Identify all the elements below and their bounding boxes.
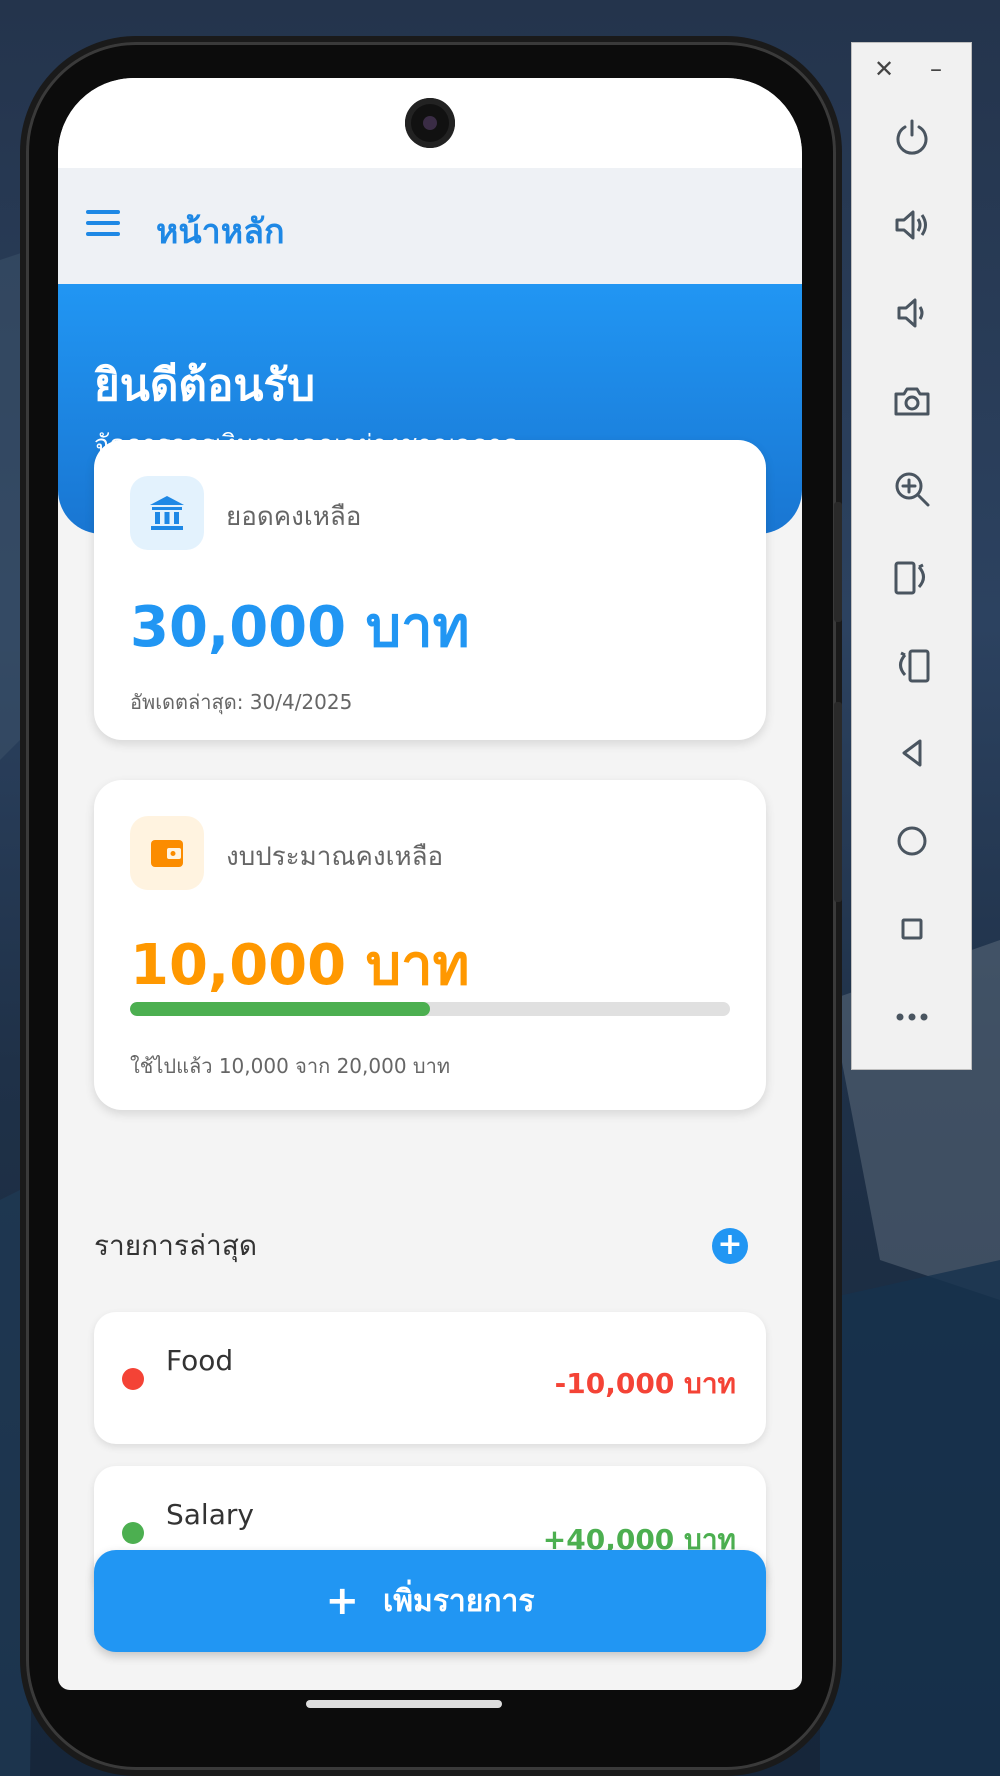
category-dot	[122, 1368, 144, 1390]
plus-icon[interactable]: +	[712, 1228, 748, 1264]
transaction-item[interactable]: Food -10,000 บาท	[94, 1312, 766, 1444]
rotate-right-icon[interactable]	[882, 635, 942, 695]
recent-transactions-title: รายการล่าสุด	[94, 1229, 258, 1262]
volume-side-button	[834, 502, 842, 622]
more-icon[interactable]	[882, 987, 942, 1047]
front-camera	[405, 98, 455, 148]
overview-icon[interactable]	[882, 899, 942, 959]
budget-label: งบประมาณคงเหลือ	[226, 842, 444, 872]
camera-icon[interactable]	[882, 371, 942, 431]
welcome-title: ยินดีต้อนรับ	[94, 360, 316, 411]
phone-screen: หน้าหลัก ยินดีต้อนรับ จัดการการเงินของคุ…	[58, 78, 802, 1690]
category-dot	[122, 1522, 144, 1544]
transaction-name: Salary	[166, 1498, 254, 1531]
home-icon[interactable]	[882, 811, 942, 871]
power-icon[interactable]	[882, 107, 942, 167]
minimize-icon[interactable]: –	[930, 55, 942, 83]
balance-amount: 30,000 บาท	[130, 595, 470, 660]
transaction-name: Food	[166, 1344, 234, 1377]
bank-icon	[130, 476, 204, 550]
volume-up-icon[interactable]	[882, 195, 942, 255]
add-transaction-button[interactable]: + เพิ่มรายการ	[94, 1550, 766, 1652]
rotate-left-icon[interactable]	[882, 547, 942, 607]
power-side-button	[834, 702, 842, 902]
page-title: หน้าหลัก	[156, 212, 285, 252]
transaction-amount: -10,000 บาท	[554, 1367, 736, 1400]
hamburger-menu-icon[interactable]	[86, 210, 120, 238]
add-transaction-label: เพิ่มรายการ	[383, 1583, 535, 1619]
balance-card[interactable]: ยอดคงเหลือ 30,000 บาท อัพเดตล่าสุด: 30/4…	[94, 440, 766, 740]
budget-progress-bar	[130, 1002, 730, 1016]
zoom-in-icon[interactable]	[882, 459, 942, 519]
budget-amount: 10,000 บาท	[130, 933, 470, 998]
balance-label: ยอดคงเหลือ	[226, 502, 362, 532]
back-icon[interactable]	[882, 723, 942, 783]
app-bar: หน้าหลัก	[58, 168, 802, 284]
status-area	[58, 78, 802, 168]
budget-progress-fill	[130, 1002, 430, 1016]
budget-card[interactable]: งบประมาณคงเหลือ 10,000 บาท ใช้ไปแล้ว 10,…	[94, 780, 766, 1110]
balance-updated: อัพเดตล่าสุด: 30/4/2025	[130, 690, 353, 714]
plus-icon: +	[325, 1578, 360, 1624]
home-indicator[interactable]	[306, 1700, 502, 1708]
volume-down-icon[interactable]	[882, 283, 942, 343]
budget-note: ใช้ไปแล้ว 10,000 จาก 20,000 บาท	[130, 1054, 451, 1078]
wallet-icon	[130, 816, 204, 890]
emulator-toolbar: ✕ –	[851, 42, 972, 1070]
close-icon[interactable]: ✕	[874, 55, 894, 83]
